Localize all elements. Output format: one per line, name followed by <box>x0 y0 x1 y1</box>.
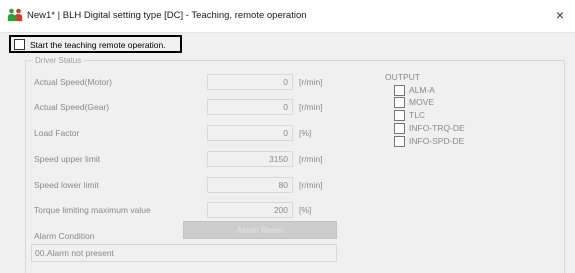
speed-lower-limit-unit: [r/min] <box>299 180 323 190</box>
alarm-condition-label: Alarm Condition <box>34 231 95 241</box>
actual-speed-motor-label: Actual Speed(Motor) <box>34 77 112 87</box>
actual-speed-motor-unit: [r/min] <box>299 77 323 87</box>
dialog-body: Start the teaching remote operation. Dri… <box>0 32 575 273</box>
speed-lower-limit-value: 80 <box>207 177 293 193</box>
output-label-tlc: TLC <box>409 110 426 120</box>
output-indicator-tlc <box>394 110 405 121</box>
torque-limit-unit: [%] <box>299 205 312 215</box>
window-title: New1* | BLH Digital setting type [DC] - … <box>27 10 307 21</box>
output-indicator-alm-a <box>394 85 405 96</box>
teaching-checkbox-label[interactable]: Start the teaching remote operation. <box>30 40 166 50</box>
load-factor-value: 0 <box>207 125 293 141</box>
output-label-move: MOVE <box>409 97 435 107</box>
actual-speed-gear-label: Actual Speed(Gear) <box>34 102 110 112</box>
output-indicator-info-trq-de <box>394 123 405 134</box>
alarm-status-field: 00.Alarm not present <box>31 244 337 262</box>
speed-upper-limit-value: 3150 <box>207 151 293 167</box>
actual-speed-motor-value: 0 <box>207 74 293 90</box>
driver-status-title: Driver Status <box>33 56 84 65</box>
torque-limit-value: 200 <box>207 202 293 218</box>
load-factor-unit: [%] <box>299 128 312 138</box>
two-persons-icon <box>7 8 23 22</box>
actual-speed-gear-unit: [r/min] <box>299 102 323 112</box>
output-indicator-info-spd-de <box>394 136 405 147</box>
speed-upper-limit-label: Speed upper limit <box>34 154 101 164</box>
speed-lower-limit-label: Speed lower limit <box>34 180 99 190</box>
alarm-reset-button[interactable]: Alarm Reset <box>183 221 337 239</box>
output-indicator-move <box>394 97 405 108</box>
load-factor-label: Load Factor <box>34 128 80 138</box>
close-button[interactable]: × <box>549 5 571 25</box>
output-label: OUTPUT <box>385 72 420 82</box>
output-label-info-spd-de: INFO-SPD-DE <box>409 136 465 146</box>
title-bar: New1* | BLH Digital setting type [DC] - … <box>0 0 575 32</box>
teaching-checkbox-row[interactable]: Start the teaching remote operation. <box>9 35 182 53</box>
driver-status-group <box>25 60 565 273</box>
output-label-info-trq-de: INFO-TRQ-DE <box>409 123 465 133</box>
torque-limit-label: Torque limiting maximum value <box>34 205 151 215</box>
actual-speed-gear-value: 0 <box>207 99 293 115</box>
output-label-alm-a: ALM-A <box>409 85 435 95</box>
speed-upper-limit-unit: [r/min] <box>299 154 323 164</box>
teaching-checkbox[interactable] <box>14 39 25 50</box>
